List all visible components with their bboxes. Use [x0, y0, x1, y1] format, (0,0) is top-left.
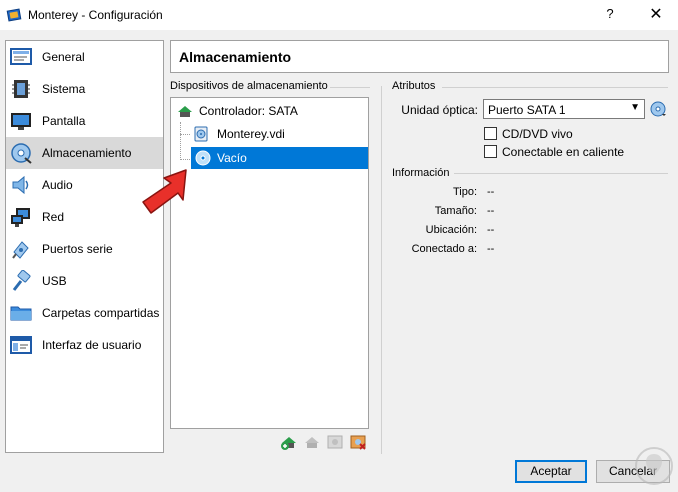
tree-branch-line	[180, 159, 190, 160]
remove-controller-icon[interactable]	[303, 433, 321, 451]
info-type-value: --	[487, 186, 495, 198]
watermark-logo-icon	[635, 447, 673, 485]
sidebar-item-label: Pantalla	[42, 114, 86, 128]
sidebar-item-serial-ports[interactable]: Puertos serie	[6, 233, 163, 265]
sidebar-item-label: Puertos serie	[42, 242, 113, 256]
add-attachment-icon[interactable]	[326, 433, 344, 451]
system-icon	[12, 80, 30, 98]
info-location-label: Ubicación:	[425, 224, 477, 236]
hotplug-label: Conectable en caliente	[502, 145, 625, 159]
attributes-group-label: Atributos	[392, 80, 440, 92]
network-icon	[11, 208, 30, 227]
storage-icon	[11, 143, 32, 164]
info-type-label: Tipo:	[452, 186, 477, 198]
controller-icon	[178, 106, 192, 117]
shared-folders-icon	[10, 306, 32, 321]
sidebar-item-label: General	[42, 50, 85, 64]
live-cd-label: CD/DVD vivo	[502, 127, 573, 141]
sidebar-item-label: Interfaz de usuario	[42, 338, 142, 352]
info-group-divider	[454, 173, 668, 174]
window-title: Monterey - Configuración	[28, 8, 163, 22]
sidebar-item-shared-folders[interactable]: Carpetas compartidas	[6, 297, 163, 329]
red-arrow-icon	[142, 169, 187, 214]
devices-group-divider	[330, 87, 370, 88]
tree-item-optical[interactable]: Vacío	[191, 147, 368, 169]
panel-divider	[381, 86, 382, 454]
storage-tree: Controlador: SATA Monterey.vdi Vacío	[170, 97, 369, 429]
sidebar-item-storage[interactable]: Almacenamiento	[6, 137, 163, 169]
sidebar-item-label: Audio	[42, 178, 73, 192]
remove-attachment-icon[interactable]	[349, 433, 367, 451]
sidebar-item-system[interactable]: Sistema	[6, 73, 163, 105]
tree-branch-line	[180, 122, 181, 160]
display-icon	[11, 113, 31, 130]
info-location-value: --	[487, 224, 495, 236]
title-bar: Monterey - Configuración ? ✕	[0, 0, 678, 30]
serial-ports-icon	[12, 241, 29, 259]
sidebar-item-usb[interactable]: USB	[6, 265, 163, 297]
optical-drive-select[interactable]: Puerto SATA 1 ▼	[483, 99, 645, 119]
tree-item-label: Controlador: SATA	[199, 104, 298, 118]
tree-item-label: Monterey.vdi	[217, 127, 285, 141]
info-size-value: --	[487, 205, 495, 217]
info-size-label: Tamaño:	[434, 205, 477, 217]
audio-icon	[12, 175, 29, 195]
info-attached-value: --	[487, 243, 495, 255]
tree-item-controller[interactable]: Controlador: SATA	[171, 100, 368, 122]
sidebar-item-label: USB	[42, 274, 67, 288]
optical-disc-icon	[195, 150, 211, 166]
attributes-group-divider	[442, 87, 668, 88]
hotplug-checkbox[interactable]	[484, 145, 497, 158]
sidebar-item-label: Red	[42, 210, 65, 224]
sidebar-item-user-interface[interactable]: Interfaz de usuario	[6, 329, 163, 361]
general-icon	[10, 48, 32, 65]
accept-button[interactable]: Aceptar	[515, 460, 587, 483]
page-title: Almacenamiento	[179, 49, 292, 65]
hard-disk-icon	[194, 126, 208, 142]
help-button[interactable]: ?	[600, 6, 620, 24]
page-header: Almacenamiento	[170, 40, 669, 73]
settings-sidebar: General Sistema Pantalla Almacenamiento …	[5, 40, 164, 453]
user-interface-icon	[10, 336, 32, 354]
tree-item-disk[interactable]: Monterey.vdi	[171, 123, 368, 145]
devices-group-label: Dispositivos de almacenamiento	[170, 80, 332, 92]
close-button[interactable]: ✕	[644, 4, 668, 26]
info-group-label: Información	[392, 167, 454, 179]
chevron-down-icon: ▼	[630, 102, 640, 113]
tree-item-label: Vacío	[217, 151, 247, 165]
sidebar-item-label: Carpetas compartidas	[42, 306, 160, 320]
usb-icon	[12, 270, 31, 291]
sidebar-item-label: Sistema	[42, 82, 86, 96]
live-cd-checkbox[interactable]	[484, 127, 497, 140]
optical-drive-label: Unidad óptica:	[401, 103, 478, 117]
add-controller-icon[interactable]	[280, 433, 298, 451]
choose-disc-icon[interactable]	[650, 101, 666, 117]
optical-drive-value: Puerto SATA 1	[488, 103, 566, 117]
virtualbox-logo-icon	[6, 8, 22, 22]
sidebar-item-label: Almacenamiento	[42, 146, 132, 160]
info-attached-label: Conectado a:	[411, 243, 477, 255]
sidebar-item-display[interactable]: Pantalla	[6, 105, 163, 137]
sidebar-item-general[interactable]: General	[6, 41, 163, 73]
